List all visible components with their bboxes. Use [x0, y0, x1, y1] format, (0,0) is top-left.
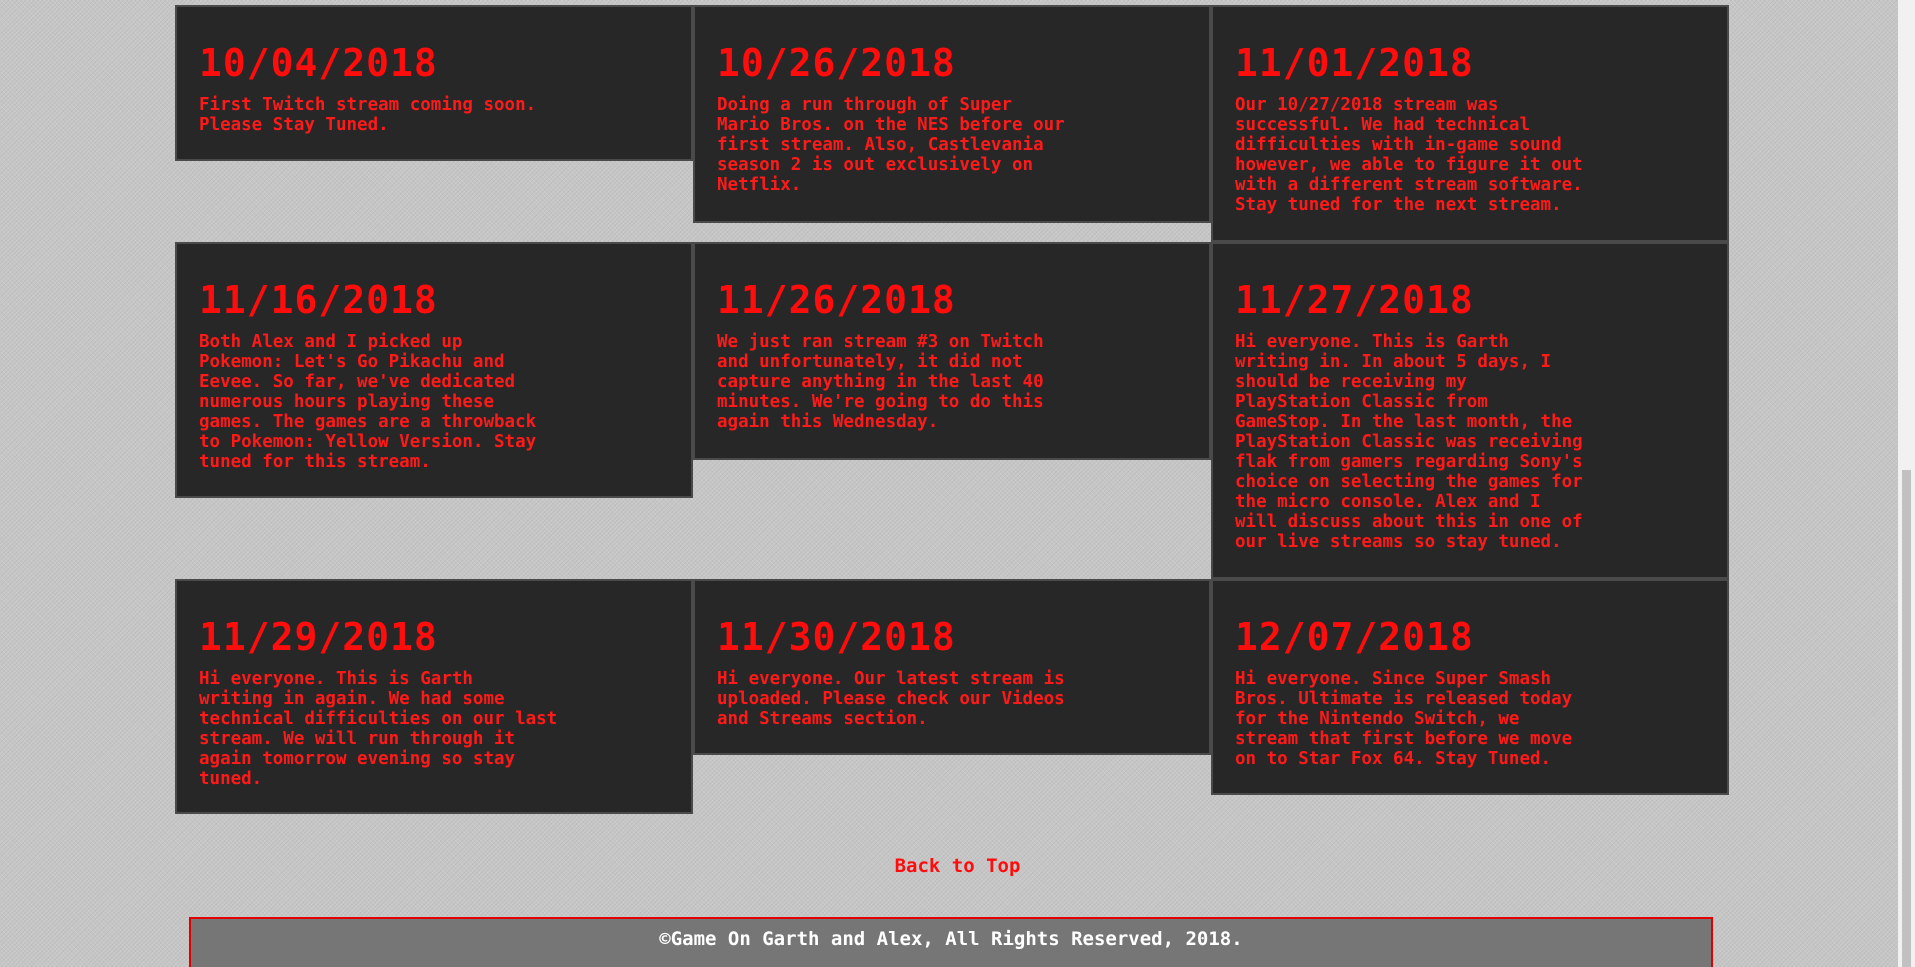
- scrollbar-thumb[interactable]: [1902, 470, 1911, 967]
- news-date: 11/30/2018: [717, 615, 956, 659]
- news-date: 11/29/2018: [199, 615, 438, 659]
- back-to-top-link[interactable]: Back to Top: [895, 855, 1021, 877]
- news-card: 11/01/2018 Our 10/27/2018 stream was suc…: [1211, 5, 1729, 242]
- news-card: 11/29/2018 Hi everyone. This is Garth wr…: [175, 579, 693, 814]
- back-to-top-row: Back to Top: [0, 854, 1915, 878]
- news-date: 11/01/2018: [1235, 41, 1474, 85]
- news-text: We just ran stream #3 on Twitch and unfo…: [717, 332, 1044, 432]
- news-card: 10/04/2018 First Twitch stream coming so…: [175, 5, 693, 161]
- news-card: 11/27/2018 Hi everyone. This is Garth wr…: [1211, 242, 1729, 579]
- news-date: 12/07/2018: [1235, 615, 1474, 659]
- news-text: Hi everyone. This is Garth writing in ag…: [199, 669, 558, 789]
- news-card: 10/26/2018 Doing a run through of Super …: [693, 5, 1211, 223]
- news-text: Doing a run through of Super Mario Bros.…: [717, 95, 1065, 195]
- news-text: Hi everyone. Our latest stream is upload…: [717, 669, 1065, 729]
- news-card: 11/16/2018 Both Alex and I picked up Pok…: [175, 242, 693, 498]
- news-text: Our 10/27/2018 stream was successful. We…: [1235, 95, 1583, 215]
- news-text: Hi everyone. Since Super Smash Bros. Ult…: [1235, 669, 1573, 769]
- news-date: 10/26/2018: [717, 41, 956, 85]
- news-card: 11/30/2018 Hi everyone. Our latest strea…: [693, 579, 1211, 755]
- news-text: Both Alex and I picked up Pokemon: Let's…: [199, 332, 537, 472]
- news-text: Hi everyone. This is Garth writing in. I…: [1235, 332, 1583, 552]
- news-date: 10/04/2018: [199, 41, 438, 85]
- footer-copyright: ©Game On Garth and Alex, All Rights Rese…: [659, 928, 1243, 950]
- news-text: First Twitch stream coming soon. Please …: [199, 95, 537, 135]
- news-card: 11/26/2018 We just ran stream #3 on Twit…: [693, 242, 1211, 460]
- footer: ©Game On Garth and Alex, All Rights Rese…: [189, 917, 1713, 967]
- news-date: 11/16/2018: [199, 278, 438, 322]
- news-date: 11/26/2018: [717, 278, 956, 322]
- news-card: 12/07/2018 Hi everyone. Since Super Smas…: [1211, 579, 1729, 795]
- vertical-scrollbar[interactable]: [1898, 0, 1915, 967]
- news-date: 11/27/2018: [1235, 278, 1474, 322]
